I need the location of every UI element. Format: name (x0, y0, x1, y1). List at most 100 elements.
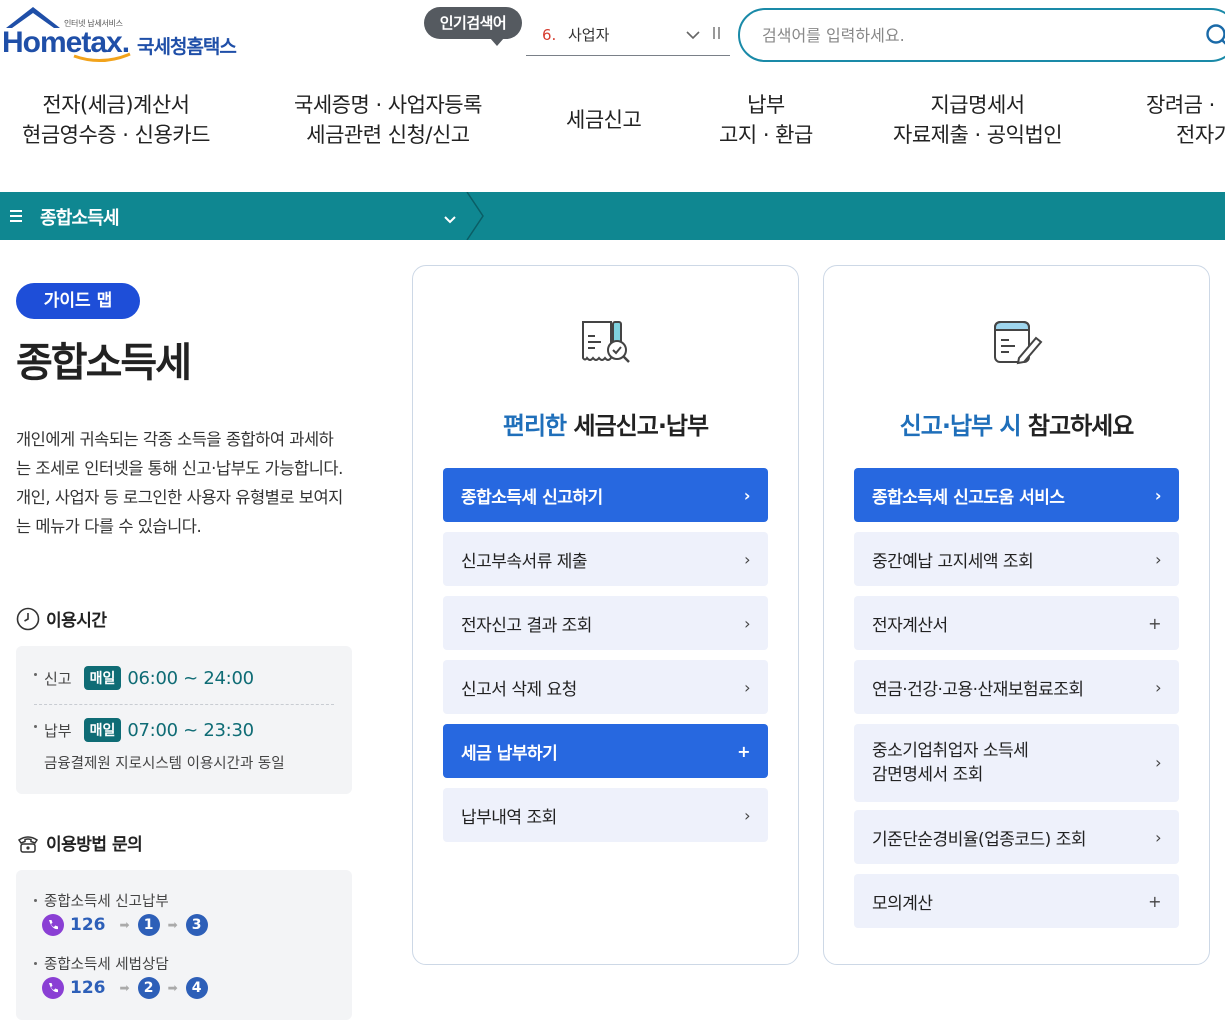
insurance-premium-lookup-button[interactable]: 연금·건강·고용·산재보험료조회 › (854, 660, 1179, 714)
bullet (34, 672, 37, 676)
memo-pencil-icon (993, 321, 1042, 365)
sme-employee-reduction-button[interactable]: 중소기업취업자 소득세 감면명세서 조회 › (854, 724, 1179, 802)
button-label: 종합소득세 신고도움 서비스 (872, 487, 1065, 508)
gnb-item-line2: 자료제출 · 공익법인 (893, 123, 1063, 147)
mock-calculation-button[interactable]: 모의계산 + (854, 874, 1179, 928)
dashed-divider (34, 704, 334, 705)
popular-search-ticker[interactable]: 6. 사업자 (526, 14, 730, 56)
inquiry-info-box: 종합소득세 신고납부 126 ➡ 1 ➡ 3 종합소득세 세법상담 126 ➡ … (16, 870, 352, 1020)
hours-section-heading: 이용시간 (16, 606, 107, 631)
chevron-down-icon[interactable] (686, 26, 700, 44)
button-label: 종합소득세 신고하기 (461, 487, 603, 508)
chevron-right-icon: › (1155, 827, 1161, 847)
search-input[interactable] (762, 25, 1225, 45)
phone-number: 126 (70, 978, 106, 998)
gnb-item-line1: 납부 (747, 93, 785, 117)
file-income-tax-button[interactable]: 종합소득세 신고하기 › (443, 468, 768, 522)
pay-tax-button[interactable]: 세금 납부하기 + (443, 724, 768, 778)
search-icon[interactable] (1204, 22, 1225, 52)
page-title: 종합소득세 (16, 340, 192, 386)
chevron-right-icon: › (743, 485, 751, 505)
phone-number: 126 (70, 915, 106, 935)
card-title-rest: 참고하세요 (1027, 412, 1134, 440)
expense-rate-lookup-button[interactable]: 기준단순경비율(업종코드) 조회 › (854, 810, 1179, 864)
filing-payment-card: 편리한 세금신고·납부 종합소득세 신고하기 › 신고부속서류 제출 › 전자신… (412, 265, 799, 965)
gnb-item-statements[interactable]: 지급명세서 자료제출 · 공익법인 (893, 90, 1063, 150)
daily-badge: 매일 (83, 666, 122, 690)
gnb-item-tax-filing[interactable]: 세금신고 (566, 105, 642, 135)
bullet (34, 962, 37, 965)
step-number: 1 (137, 914, 160, 936)
search-bar[interactable] (738, 8, 1225, 62)
hamburger-menu-icon[interactable] (10, 207, 24, 226)
gnb-item-line2: 전자기 (1176, 123, 1225, 147)
gnb-item-line2: 세금관련 신청/신고 (306, 123, 470, 147)
inquiry-label: 종합소득세 세법상담 (44, 957, 169, 973)
submit-attachments-button[interactable]: 신고부속서류 제출 › (443, 532, 768, 586)
daily-badge: 매일 (83, 718, 122, 742)
logo-korean-name: 국세청홈택스 (137, 36, 237, 58)
button-label: 중간예납 고지세액 조회 (872, 551, 1034, 572)
gnb-item-line1: 장려금 · (1146, 93, 1215, 117)
current-category-label[interactable]: 종합소득세 (40, 204, 120, 230)
card-title: 신고·납부 시 참고하세요 (824, 406, 1209, 441)
step-number: 2 (137, 977, 160, 999)
payment-history-button[interactable]: 납부내역 조회 › (443, 788, 768, 842)
inquiry-section-heading: 이용방법 문의 (16, 830, 143, 855)
chevron-right-icon: › (1155, 549, 1161, 569)
gnb-item-e-invoice[interactable]: 전자(세금)계산서 현금영수증 · 신용카드 (22, 90, 210, 150)
plus-icon: + (1148, 613, 1161, 633)
page-description: 개인에게 귀속되는 각종 소득을 종합하여 과세하는 조세로 인터넷을 통해 신… (16, 430, 343, 536)
inquiry-title: 이용방법 문의 (46, 835, 143, 855)
hours-row-label: 납부 (44, 721, 72, 740)
gnb-item-payment[interactable]: 납부 고지 · 환급 (719, 90, 813, 150)
arrow-right-icon: ➡ (119, 918, 130, 932)
inquiry-label: 종합소득세 신고납부 (44, 894, 169, 910)
arrow-right-icon: ➡ (119, 981, 130, 995)
e-invoice-button[interactable]: 전자계산서 + (854, 596, 1179, 650)
clock-icon (16, 607, 40, 630)
chevron-down-icon[interactable] (443, 210, 457, 229)
phone-sequence: 126 ➡ 2 ➡ 4 (42, 977, 208, 999)
filing-help-service-button[interactable]: 종합소득세 신고도움 서비스 › (854, 468, 1179, 522)
card-title-highlight: 신고·납부 시 (899, 412, 1022, 440)
step-number: 3 (185, 914, 208, 936)
popular-search-badge: 인기검색어 (424, 7, 522, 46)
arrow-right-icon: ➡ (167, 918, 178, 932)
hours-note: 금융결제원 지로시스템 이용시간과 동일 (44, 756, 285, 772)
button-label: 전자계산서 (872, 615, 948, 636)
gnb-item-incentives[interactable]: 장려금 · 전자기 (1146, 90, 1225, 150)
plus-icon: + (737, 741, 750, 761)
bullet (34, 724, 37, 728)
efiling-result-button[interactable]: 전자신고 결과 조회 › (443, 596, 768, 650)
delete-return-request-button[interactable]: 신고서 삭제 요청 › (443, 660, 768, 714)
plus-icon: + (1148, 891, 1161, 911)
interim-prepayment-button[interactable]: 중간예납 고지세액 조회 › (854, 532, 1179, 586)
gnb-item-certificates[interactable]: 국세증명 · 사업자등록 세금관련 신청/신고 (294, 90, 482, 150)
breadcrumb-divider-icon (466, 192, 484, 240)
pause-icon[interactable] (712, 26, 722, 43)
gnb-item-line2: 현금영수증 · 신용카드 (22, 123, 210, 147)
card-title: 편리한 세금신고·납부 (413, 406, 798, 441)
chevron-right-icon: › (1155, 753, 1161, 772)
hours-title: 이용시간 (46, 611, 107, 631)
arrow-right-icon: ➡ (167, 981, 178, 995)
hours-row-payment: 납부 매일 07:00 ~ 23:30 (34, 718, 254, 742)
guide-map-badge: 가이드 맵 (16, 283, 140, 319)
bullet (34, 899, 37, 902)
chevron-right-icon: › (744, 549, 750, 569)
gnb-item-line1: 세금신고 (566, 108, 642, 132)
chevron-right-icon: › (1155, 677, 1161, 697)
gnb-item-line1: 지급명세서 (930, 93, 1025, 117)
logo-swoosh-icon (73, 52, 131, 62)
inquiry-row-label: 종합소득세 세법상담 (34, 953, 169, 974)
hometax-logo[interactable]: 인터넷 납세서비스 Hometax. 국세청홈택스 (2, 4, 252, 66)
popular-rank-word[interactable]: 사업자 (568, 24, 686, 45)
button-label: 연금·건강·고용·산재보험료조회 (872, 679, 1084, 700)
chevron-right-icon: › (1154, 485, 1162, 505)
inquiry-row-label: 종합소득세 신고납부 (34, 890, 169, 911)
popular-rank-number: 6. (542, 25, 557, 44)
button-label: 모의계산 (872, 893, 933, 914)
telephone-icon (17, 835, 39, 853)
hours-row-filing: 신고 매일 06:00 ~ 24:00 (34, 666, 254, 690)
